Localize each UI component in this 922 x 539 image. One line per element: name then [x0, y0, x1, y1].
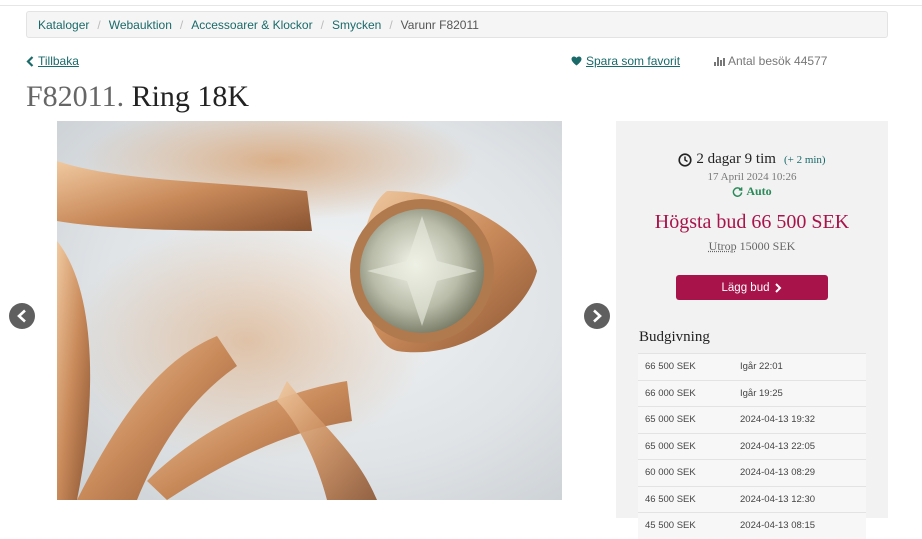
bid-time: Igår 22:01 [740, 361, 783, 373]
back-link[interactable]: Tillbaka [26, 54, 79, 68]
top-border [0, 0, 922, 6]
place-bid-label: Lägg bud [721, 281, 770, 294]
auto-label: Auto [746, 184, 772, 198]
time-extension: (+ 2 min) [783, 153, 826, 166]
next-image-button[interactable] [584, 303, 610, 329]
item-name: Ring 18K [131, 80, 250, 113]
page-title: F82011. Ring 18K [26, 80, 249, 114]
chevron-right-icon [593, 309, 602, 323]
table-row: 60 000 SEK 2024-04-13 08:29 [638, 459, 866, 486]
bid-time: Igår 19:25 [740, 387, 783, 399]
breadcrumb-separator: / [320, 17, 324, 32]
table-row: 46 500 SEK 2024-04-13 12:30 [638, 485, 866, 512]
product-image[interactable] [57, 121, 562, 500]
bid-history-table: 66 500 SEK Igår 22:01 66 000 SEK Igår 19:2… [638, 353, 866, 539]
bid-amount: 65 000 SEK [645, 414, 696, 426]
visits-label: Antal besök 44577 [728, 54, 828, 68]
bid-time: 2024-04-13 22:05 [740, 440, 816, 452]
bid-amount: 60 000 SEK [645, 467, 696, 479]
bid-amount: 46 500 SEK [645, 493, 696, 505]
table-row: 45 500 SEK 2024-04-13 08:15 [638, 512, 866, 539]
place-bid-button[interactable]: Lägg bud [676, 275, 828, 300]
breadcrumb: Kataloger / Webauktion / Accessoarer & K… [26, 11, 888, 38]
bid-time: 2024-04-13 08:15 [740, 520, 816, 532]
breadcrumb-accessoarer[interactable]: Accessoarer & Klockor [191, 18, 312, 32]
breadcrumb-current: Varunr F82011 [400, 17, 479, 32]
favorite-label: Spara som favorit [586, 54, 681, 68]
utrop-value: 15000 SEK [739, 239, 796, 253]
bid-amount: 66 500 SEK [645, 361, 696, 373]
time-remaining: 2 dagar 9 tim (+ 2 min) [616, 151, 888, 168]
bid-time: 2024-04-13 12:30 [740, 493, 816, 505]
chevron-left-icon [17, 309, 26, 323]
table-row: 65 000 SEK 2024-04-13 19:32 [638, 406, 866, 433]
heart-icon [571, 56, 582, 66]
chevron-right-icon [775, 282, 782, 293]
table-row: 65 000 SEK 2024-04-13 22:05 [638, 432, 866, 459]
starting-price: Utrop 15000 SEK [616, 239, 888, 254]
bid-amount: 66 000 SEK [645, 387, 696, 399]
breadcrumb-separator: / [179, 17, 184, 32]
highest-bid: Högsta bud 66 500 SEK [654, 211, 850, 233]
breadcrumb-separator: / [389, 17, 393, 32]
bid-amount: 65 000 SEK [645, 440, 696, 452]
visit-counter: Antal besök 44577 [714, 54, 827, 68]
time-left: 2 dagar 9 tim [696, 151, 776, 167]
bid-time: 2024-04-13 19:32 [740, 414, 816, 426]
bid-panel: 2 dagar 9 tim (+ 2 min) 17 April 2024 10… [616, 121, 888, 539]
bid-amount: 45 500 SEK [645, 520, 696, 532]
bidding-heading: Budgivning [639, 329, 710, 345]
bar-chart-icon [714, 57, 725, 66]
bid-time: 2024-04-13 08:29 [740, 467, 816, 479]
end-date: 17 April 2024 10:26 [707, 171, 797, 183]
auto-indicator: Auto [616, 184, 888, 199]
ring-photo [57, 121, 537, 500]
table-row: 66 500 SEK Igår 22:01 [638, 353, 866, 380]
chevron-left-icon [26, 55, 34, 67]
breadcrumb-webauktion[interactable]: Webauktion [109, 18, 172, 32]
breadcrumb-separator: / [97, 17, 101, 32]
previous-image-button[interactable] [9, 303, 35, 329]
breadcrumb-kataloger[interactable]: Kataloger [38, 18, 89, 32]
refresh-icon [733, 187, 743, 197]
lot-number: F82011. [26, 80, 125, 113]
utrop-label: Utrop [708, 239, 737, 253]
table-row: 66 000 SEK Igår 19:25 [638, 379, 866, 406]
save-favorite-link[interactable]: Spara som favorit [571, 54, 680, 68]
breadcrumb-smycken[interactable]: Smycken [332, 18, 381, 32]
back-label: Tillbaka [38, 54, 79, 68]
clock-icon [678, 152, 692, 167]
